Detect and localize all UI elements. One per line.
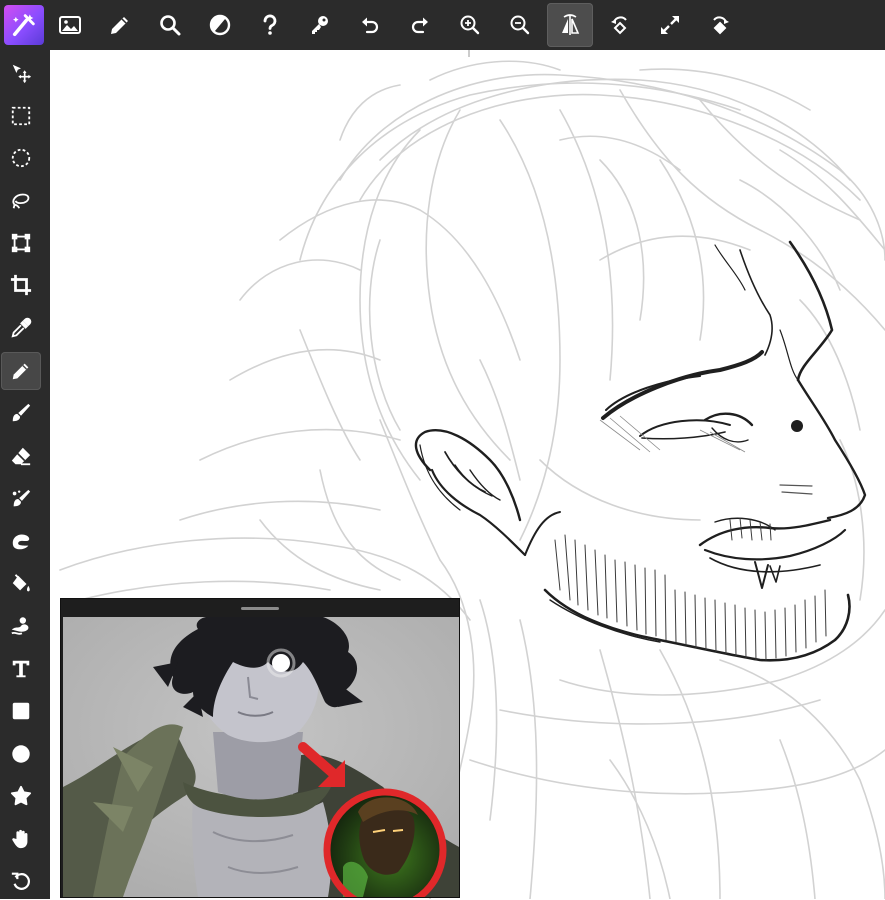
text-icon [12, 660, 30, 678]
zoom-out-button[interactable] [497, 3, 543, 47]
app-logo-icon [12, 14, 35, 37]
contrast-icon [209, 14, 231, 36]
drag-grip-icon [241, 606, 279, 610]
rectangle-icon [12, 702, 30, 720]
fullscreen-icon [661, 16, 679, 34]
smudge-icon [12, 534, 30, 550]
app-logo[interactable] [4, 5, 44, 45]
rect-select-tool[interactable] [1, 97, 41, 135]
ellipse-icon [12, 745, 30, 763]
help-icon [263, 14, 277, 35]
rotate-left-button[interactable] [597, 3, 643, 47]
shape-tool[interactable] [1, 777, 41, 815]
rotate-right-icon [713, 16, 729, 35]
fullscreen-button[interactable] [647, 3, 693, 47]
search-icon [160, 15, 181, 36]
eraser-icon [11, 447, 31, 466]
image-button[interactable] [47, 3, 93, 47]
smudge-tool[interactable] [1, 522, 41, 560]
undo-button[interactable] [347, 3, 393, 47]
polygon-icon [10, 785, 32, 806]
lasso-tool[interactable] [1, 181, 41, 219]
rect-select-icon [11, 106, 31, 126]
ellipse-tool[interactable] [1, 735, 41, 773]
zoom-out-icon [510, 15, 530, 35]
pencil-icon [111, 17, 128, 34]
rectangle-tool[interactable] [1, 692, 41, 730]
move-icon [12, 64, 32, 84]
reference-panel[interactable] [60, 598, 460, 898]
eraser-tool[interactable] [1, 437, 41, 475]
crop-tool[interactable] [1, 266, 41, 304]
key-icon [312, 16, 328, 34]
search-button[interactable] [147, 3, 193, 47]
blend-tool[interactable] [1, 480, 41, 518]
rotate-right-button[interactable] [697, 3, 743, 47]
move-tool[interactable] [1, 54, 41, 92]
rotate-view-tool[interactable] [1, 862, 41, 900]
crop-icon [10, 274, 32, 296]
lasso-icon [12, 193, 30, 209]
rotate-left-icon [611, 16, 627, 35]
blend-brush-icon [12, 489, 31, 507]
hand-icon [12, 829, 28, 849]
redo-button[interactable] [397, 3, 443, 47]
hand-tool[interactable] [1, 820, 41, 858]
image-icon [59, 16, 81, 34]
pencil-icon [12, 363, 29, 380]
reference-panel-drag-handle[interactable] [61, 599, 459, 617]
clone-tool[interactable] [1, 607, 41, 645]
zoom-in-icon [460, 15, 480, 35]
adjust-button[interactable] [197, 3, 243, 47]
pencil-button[interactable] [97, 3, 143, 47]
brush-icon [12, 403, 31, 422]
fill-tool[interactable] [1, 565, 41, 603]
brush-tool[interactable] [1, 394, 41, 432]
paint-bucket-icon [12, 574, 30, 592]
ellipse-select-tool[interactable] [1, 139, 41, 177]
key-button[interactable] [297, 3, 343, 47]
flip-icon [562, 14, 580, 35]
ellipse-select-icon [11, 148, 31, 168]
rotate-view-icon [11, 872, 30, 890]
flip-button[interactable] [547, 3, 593, 47]
eyedropper-tool[interactable] [1, 309, 41, 347]
tool-panel [0, 50, 50, 899]
pencil-tool[interactable] [1, 352, 41, 390]
transform-tool[interactable] [1, 224, 41, 262]
clone-stamp-icon [11, 617, 29, 635]
zoom-in-button[interactable] [447, 3, 493, 47]
text-tool[interactable] [1, 650, 41, 688]
redo-icon [411, 17, 428, 34]
top-toolbar [0, 0, 885, 50]
eyedropper-icon [11, 317, 32, 338]
reference-image [63, 617, 459, 897]
undo-icon [362, 17, 379, 34]
help-button[interactable] [247, 3, 293, 47]
transform-icon [11, 233, 31, 253]
